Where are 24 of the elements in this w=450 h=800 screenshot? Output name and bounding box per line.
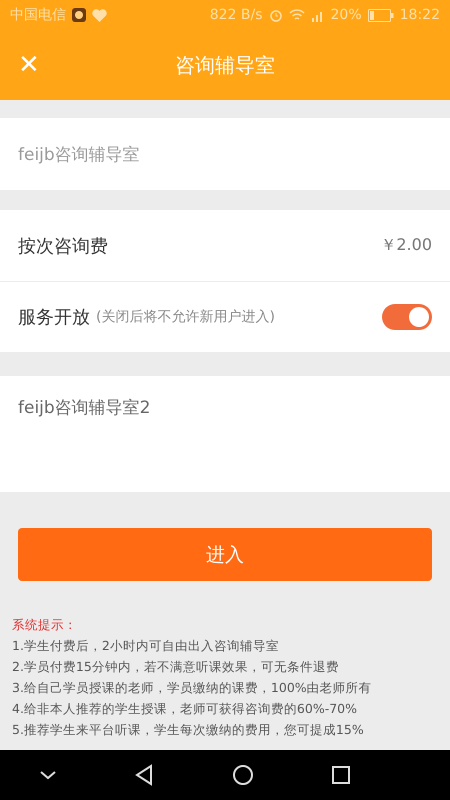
description-field[interactable]: feijb咨询辅导室2 (0, 376, 450, 492)
note-text: 4.给非本人推荐的学生授课，老师可获得咨询费的60%-70% (12, 701, 358, 718)
room-name-field[interactable]: feijb咨询辅导室 (0, 118, 450, 190)
alarm-icon (268, 8, 283, 22)
battery-percent: 20% (330, 7, 362, 23)
fee-value: ￥2.00 (380, 235, 432, 256)
note-text: 2.学员付费15分钟内，若不满意听课效果，可无条件退费 (12, 659, 340, 676)
note-text: 5.推荐学生来平台听课，学生每次缴纳的费用，您可提成15% (12, 722, 365, 739)
fee-label: 按次咨询费 (18, 234, 108, 258)
note-text: 3.给自己学员授课的老师，学员缴纳的课费，100%由老师所有 (12, 680, 373, 697)
network-speed: 822 B/s (210, 7, 263, 23)
close-button[interactable]: ✕ (14, 48, 44, 82)
carrier-name: 中国电信 (10, 6, 66, 24)
enter-button[interactable]: 进入 (18, 528, 432, 581)
note-text: 1.学生付费后，2小时内可自由出入咨询辅导室 (12, 638, 280, 655)
service-hint: (关闭后将不允许新用户进入) (96, 308, 275, 326)
clock-time: 18:22 (400, 7, 440, 23)
service-toggle[interactable] (382, 304, 432, 330)
wifi-icon (288, 8, 305, 22)
service-label: 服务开放 (18, 306, 90, 329)
battery-icon (368, 8, 394, 22)
heart-icon (92, 8, 107, 22)
notes-title: 系统提示： (12, 617, 78, 634)
page-title: 咨询辅导室 (175, 52, 275, 78)
